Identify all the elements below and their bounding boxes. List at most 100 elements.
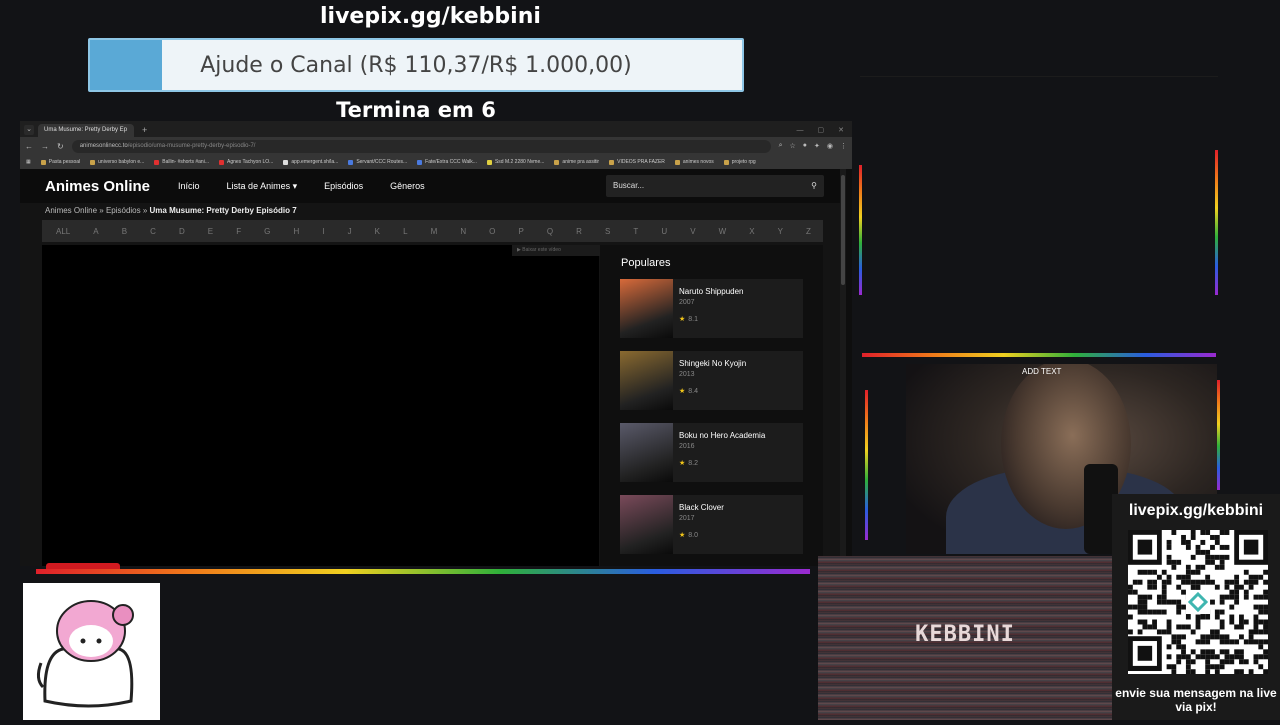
alphabet-letter[interactable]: X (749, 227, 754, 236)
alphabet-letter[interactable]: Q (547, 227, 553, 236)
anime-title[interactable]: Naruto Shippuden (679, 287, 744, 296)
scrollbar-thumb[interactable] (841, 175, 845, 285)
site-logo[interactable]: Animes Online (45, 178, 150, 195)
search-icon[interactable]: ⚲ (811, 181, 817, 191)
bookmark-item[interactable]: universo babylon e... (90, 159, 144, 165)
rating-value: 8.2 (688, 460, 699, 467)
bookmark-item[interactable]: Servant/CCC Routes... (348, 159, 407, 165)
anime-thumbnail[interactable] (620, 351, 673, 410)
anime-year: 2016 (679, 443, 695, 450)
new-tab-icon[interactable]: + (142, 124, 147, 137)
popular-item[interactable]: Naruto Shippuden 2007 ★ 8.1 (620, 279, 803, 338)
anime-thumbnail[interactable] (620, 423, 673, 482)
qr-code (1128, 530, 1268, 675)
alphabet-letter[interactable]: H (293, 227, 299, 236)
zoom-icon[interactable]: ⌕ (779, 142, 783, 150)
alphabet-letter[interactable]: K (375, 227, 380, 236)
anime-year: 2007 (679, 299, 695, 306)
reload-icon[interactable]: ↻ (57, 142, 64, 151)
popular-item[interactable]: Boku no Hero Academia 2016 ★ 8.2 (620, 423, 803, 482)
bookmark-star-icon[interactable]: ☆ (790, 142, 796, 150)
crumb-home[interactable]: Animes Online (45, 206, 97, 215)
alphabet-letter[interactable]: F (236, 227, 241, 236)
popular-item[interactable]: Black Clover 2017 ★ 8.0 (620, 495, 803, 554)
menu-generos[interactable]: Gêneros (390, 181, 425, 192)
anime-rating: ★ 8.2 (679, 459, 698, 467)
window-controls: — ▢ ✕ (797, 124, 853, 137)
menu-episodios[interactable]: Episódios (324, 181, 363, 192)
alphabet-letter[interactable]: C (150, 227, 156, 236)
bookmark-item[interactable]: Fate/Extra CCC Walk... (417, 159, 477, 165)
anime-title[interactable]: Black Clover (679, 503, 724, 512)
alphabet-letter[interactable]: T (633, 227, 638, 236)
back-icon[interactable]: ← (25, 142, 33, 151)
anime-year: 2013 (679, 371, 695, 378)
alphabet-letter[interactable]: B (122, 227, 127, 236)
alphabet-letter[interactable]: L (403, 227, 407, 236)
alphabet-letter[interactable]: P (518, 227, 523, 236)
breadcrumb: Animes Online » Episódios » Uma Musume: … (45, 206, 297, 215)
bookmark-item[interactable]: app.emergent.sh/la... (283, 159, 338, 165)
alphabet-letter[interactable]: G (264, 227, 270, 236)
bookmark-item[interactable]: Agnes Tachyon LO... (219, 159, 273, 165)
menu-inicio[interactable]: Início (178, 181, 200, 192)
alphabet-letter[interactable]: W (719, 227, 727, 236)
anime-rating: ★ 8.4 (679, 387, 698, 395)
goal-text: Ajude o Canal (R$ 110,37/R$ 1.000,00) (200, 52, 632, 78)
bookmark-item[interactable]: animes novos (674, 159, 714, 165)
profile-icon[interactable]: ◉ (827, 142, 833, 150)
page-scrollbar[interactable] (840, 169, 846, 566)
alphabet-letter[interactable]: Z (806, 227, 811, 236)
alphabet-letter[interactable]: Y (778, 227, 783, 236)
bookmark-item[interactable]: anime pra assitir (554, 159, 599, 165)
alphabet-letter[interactable]: E (208, 227, 213, 236)
alphabet-letter[interactable]: ALL (56, 227, 70, 236)
alphabet-letter[interactable]: D (179, 227, 185, 236)
close-icon[interactable]: ✕ (838, 124, 844, 137)
alphabet-letter[interactable]: S (605, 227, 610, 236)
minimize-icon[interactable]: — (797, 124, 804, 137)
star-icon: ★ (679, 532, 686, 539)
menu-lista-de-animes[interactable]: Lista de Animes ▾ (227, 181, 298, 192)
address-bar-row: ← → ↻ animesonlinecc.to/episodio/uma-mus… (20, 137, 852, 155)
apps-icon[interactable]: ▦ (26, 159, 31, 165)
alphabet-letter[interactable]: U (661, 227, 667, 236)
search-placeholder: Buscar... (613, 181, 645, 190)
bookmark-item[interactable]: VIDEOS PRA FAZER (609, 159, 665, 165)
alphabet-letter[interactable]: J (348, 227, 352, 236)
bookmark-item[interactable]: Ssd M.2 2280 Nvme... (486, 159, 544, 165)
star-icon: ★ (679, 460, 686, 467)
tab-search-icon[interactable]: ⌄ (24, 125, 34, 135)
alphabet-nav: ALL A B C D E F G H I J K L M N O P Q R S T U V W X Y Z (42, 220, 823, 242)
alphabet-letter[interactable]: O (489, 227, 495, 236)
puzzle-icon[interactable]: ✦ (814, 142, 820, 150)
rainbow-cam-left (865, 390, 868, 540)
download-button[interactable]: ▶ Baixar este vídeo (512, 245, 600, 256)
crumb-episodios[interactable]: Episódios (106, 206, 141, 215)
maximize-icon[interactable]: ▢ (818, 124, 825, 137)
tab-active[interactable]: Uma Musume: Pretty Derby Ep (38, 124, 134, 137)
rating-value: 8.1 (688, 316, 699, 323)
url-input[interactable]: animesonlinecc.to/episodio/uma-musume-pr… (71, 139, 771, 153)
video-player[interactable]: ▶ Baixar este vídeo (42, 245, 600, 566)
alphabet-letter[interactable]: I (322, 227, 324, 236)
search-input[interactable]: Buscar... ⚲ (606, 175, 824, 197)
bookmark-item[interactable]: Ballin- #shorts #ani... (154, 159, 209, 165)
forward-icon[interactable]: → (41, 142, 49, 151)
alphabet-letter[interactable]: R (576, 227, 582, 236)
alphabet-letter[interactable]: A (93, 227, 98, 236)
anime-thumbnail[interactable] (620, 495, 673, 554)
alphabet-letter[interactable]: N (460, 227, 466, 236)
alphabet-letter[interactable]: V (690, 227, 695, 236)
glitch-panel: KEBBINI (818, 556, 1112, 720)
menu-icon[interactable]: ⋮ (840, 142, 847, 150)
anime-title[interactable]: Boku no Hero Academia (679, 431, 765, 440)
extension-icon[interactable]: ● (803, 142, 807, 150)
popular-item[interactable]: Shingeki No Kyojin 2013 ★ 8.4 (620, 351, 803, 410)
qr-message: envie sua mensagem na live via pix! (1115, 686, 1277, 714)
alphabet-letter[interactable]: M (431, 227, 438, 236)
bookmark-item[interactable]: projeto rpg (723, 159, 756, 165)
anime-title[interactable]: Shingeki No Kyojin (679, 359, 746, 368)
anime-thumbnail[interactable] (620, 279, 673, 338)
bookmark-item[interactable]: Pasta pessoal (40, 159, 80, 165)
